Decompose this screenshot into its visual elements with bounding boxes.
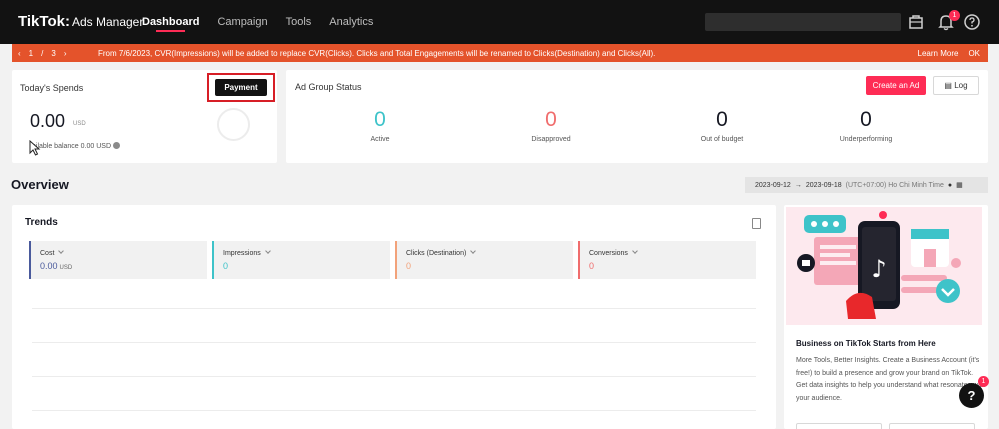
metric-conversions-name: Conversions	[589, 248, 638, 257]
trends-title: Trends	[25, 217, 58, 228]
overview-title: Overview	[11, 177, 69, 192]
brand-name: TikTok	[18, 13, 65, 30]
business-promo-card: ♪ Business on TikTok Starts from Here Mo…	[784, 205, 988, 429]
status-out-of-budget[interactable]: 0 Out of budget	[662, 108, 782, 143]
help-badge: 1	[978, 376, 989, 387]
spends-amount: 0.00	[30, 111, 66, 131]
date-end: 2023-09-18	[805, 181, 842, 189]
status-underperforming-label: Underperforming	[839, 136, 893, 143]
chevron-down-icon	[58, 248, 65, 254]
ad-group-status-title: Ad Group Status	[295, 82, 362, 92]
date-range-picker[interactable]: 2023-09-12 → 2023-09-18 (UTC+07:00) Ho C…	[745, 177, 988, 193]
nav-campaign[interactable]: Campaign	[217, 0, 267, 44]
metric-impressions[interactable]: Impressions 0	[212, 241, 390, 279]
pager-total: 3	[51, 48, 56, 58]
calendar-icon[interactable]: ▦	[956, 181, 963, 189]
log-button[interactable]: ▤ Log	[933, 76, 979, 95]
help-icon[interactable]	[962, 12, 982, 32]
announcement-pager: ‹ 1 / 3 ›	[18, 49, 84, 58]
metric-color-bar	[395, 241, 397, 279]
payment-button[interactable]: Payment	[215, 79, 267, 96]
nav-tools[interactable]: Tools	[286, 0, 312, 44]
log-doc-icon: ▤	[944, 81, 955, 90]
status-disapproved[interactable]: 0 Disapproved	[491, 108, 611, 143]
date-arrow: →	[794, 181, 802, 189]
promo-title: Business on TikTok Starts from Here	[796, 339, 936, 348]
status-active-label: Active	[370, 136, 390, 143]
chart-gridline	[32, 342, 756, 343]
status-disapproved-label: Disapproved	[531, 136, 571, 143]
todays-spends-card: Today's Spends Payment 0.00 USD ailable …	[12, 70, 277, 163]
timezone-info-icon[interactable]: ●	[948, 182, 952, 189]
create-ad-button[interactable]: Create an Ad	[866, 76, 926, 95]
metric-clicks-name: Clicks (Destination)	[406, 248, 477, 257]
tiktok-business-illustration: ♪	[786, 207, 982, 325]
business-center-icon[interactable]	[906, 12, 926, 32]
chevron-down-icon	[264, 248, 271, 254]
balance-info-icon[interactable]	[113, 142, 120, 149]
top-navigation-bar: TikTok: Ads Manager Dashboard Campaign To…	[0, 0, 999, 44]
metric-conversions[interactable]: Conversions 0	[578, 241, 756, 279]
date-start: 2023-09-12	[755, 181, 791, 189]
spends-currency: USD	[73, 121, 86, 127]
learn-more-link[interactable]: Learn More	[918, 49, 959, 58]
chart-gridline	[32, 376, 756, 377]
ad-group-status-card: Ad Group Status Create an Ad ▤ Log 0 Act…	[286, 70, 988, 163]
dismiss-ok-button[interactable]: OK	[968, 49, 980, 58]
nav-dashboard[interactable]: Dashboard	[142, 0, 199, 44]
svg-text:♪: ♪	[871, 255, 886, 283]
status-disapproved-count: 0	[545, 108, 557, 131]
status-underperforming[interactable]: 0 Underperforming	[806, 108, 926, 143]
metric-cost-name: Cost	[40, 248, 65, 257]
metric-color-bar	[212, 241, 214, 279]
mouse-cursor-icon	[29, 140, 41, 156]
metric-conversions-value: 0	[589, 261, 595, 271]
chevron-down-icon	[632, 248, 638, 254]
status-underperforming-count: 0	[860, 108, 872, 131]
announcement-banner: ‹ 1 / 3 › From 7/6/2023, CVR(Impressions…	[12, 44, 988, 62]
notification-count-badge: 1	[949, 10, 960, 21]
status-active[interactable]: 0 Active	[320, 108, 440, 143]
export-icon[interactable]	[752, 218, 761, 229]
account-selector[interactable]	[705, 13, 901, 31]
pager-current: 1	[28, 48, 34, 58]
pager-prev-icon[interactable]: ‹	[18, 49, 21, 58]
metric-color-bar	[578, 241, 580, 279]
main-nav: Dashboard Campaign Tools Analytics	[142, 0, 373, 44]
metric-cost-value: 0.00 USD	[40, 261, 73, 271]
chevron-down-icon	[470, 248, 477, 254]
pager-separator: /	[41, 48, 44, 58]
spends-loading-ring	[217, 108, 250, 141]
metric-impressions-value: 0	[223, 261, 229, 271]
brand-colon: :	[64, 13, 70, 30]
metric-impressions-name: Impressions	[223, 248, 271, 257]
metric-cost[interactable]: Cost 0.00 USD	[29, 241, 207, 279]
timezone-label: (UTC+07:00) Ho Chi Minh Time	[845, 181, 944, 189]
question-icon: ?	[967, 388, 976, 403]
promo-primary-button[interactable]	[796, 423, 882, 429]
help-chat-button[interactable]: ?	[959, 383, 984, 408]
spends-title: Today's Spends	[20, 83, 84, 93]
promo-secondary-button[interactable]	[889, 423, 975, 429]
promo-description: More Tools, Better Insights. Create a Bu…	[796, 357, 986, 402]
log-label: Log	[954, 81, 968, 90]
metric-clicks-value: 0	[406, 261, 412, 271]
available-balance-text: ailable balance 0.00 USD	[32, 143, 111, 150]
metric-color-bar	[29, 241, 31, 279]
tiktok-ads-manager-logo[interactable]: TikTok: Ads Manager	[18, 13, 143, 30]
pager-next-icon[interactable]: ›	[64, 49, 67, 58]
trends-card: Trends Cost 0.00 USD Impressions 0 Clicks…	[12, 205, 776, 429]
announcement-message: From 7/6/2023, CVR(Impressions) will be …	[98, 48, 656, 58]
brand-subtitle: Ads Manager	[71, 15, 144, 29]
chart-gridline	[32, 308, 756, 309]
chart-gridline	[32, 410, 756, 411]
status-out-of-budget-label: Out of budget	[700, 136, 744, 143]
nav-analytics[interactable]: Analytics	[329, 0, 373, 44]
metric-clicks-destination[interactable]: Clicks (Destination) 0	[395, 241, 573, 279]
status-active-count: 0	[374, 108, 386, 131]
status-out-of-budget-count: 0	[716, 108, 728, 131]
available-balance: ailable balance 0.00 USD	[32, 142, 120, 150]
